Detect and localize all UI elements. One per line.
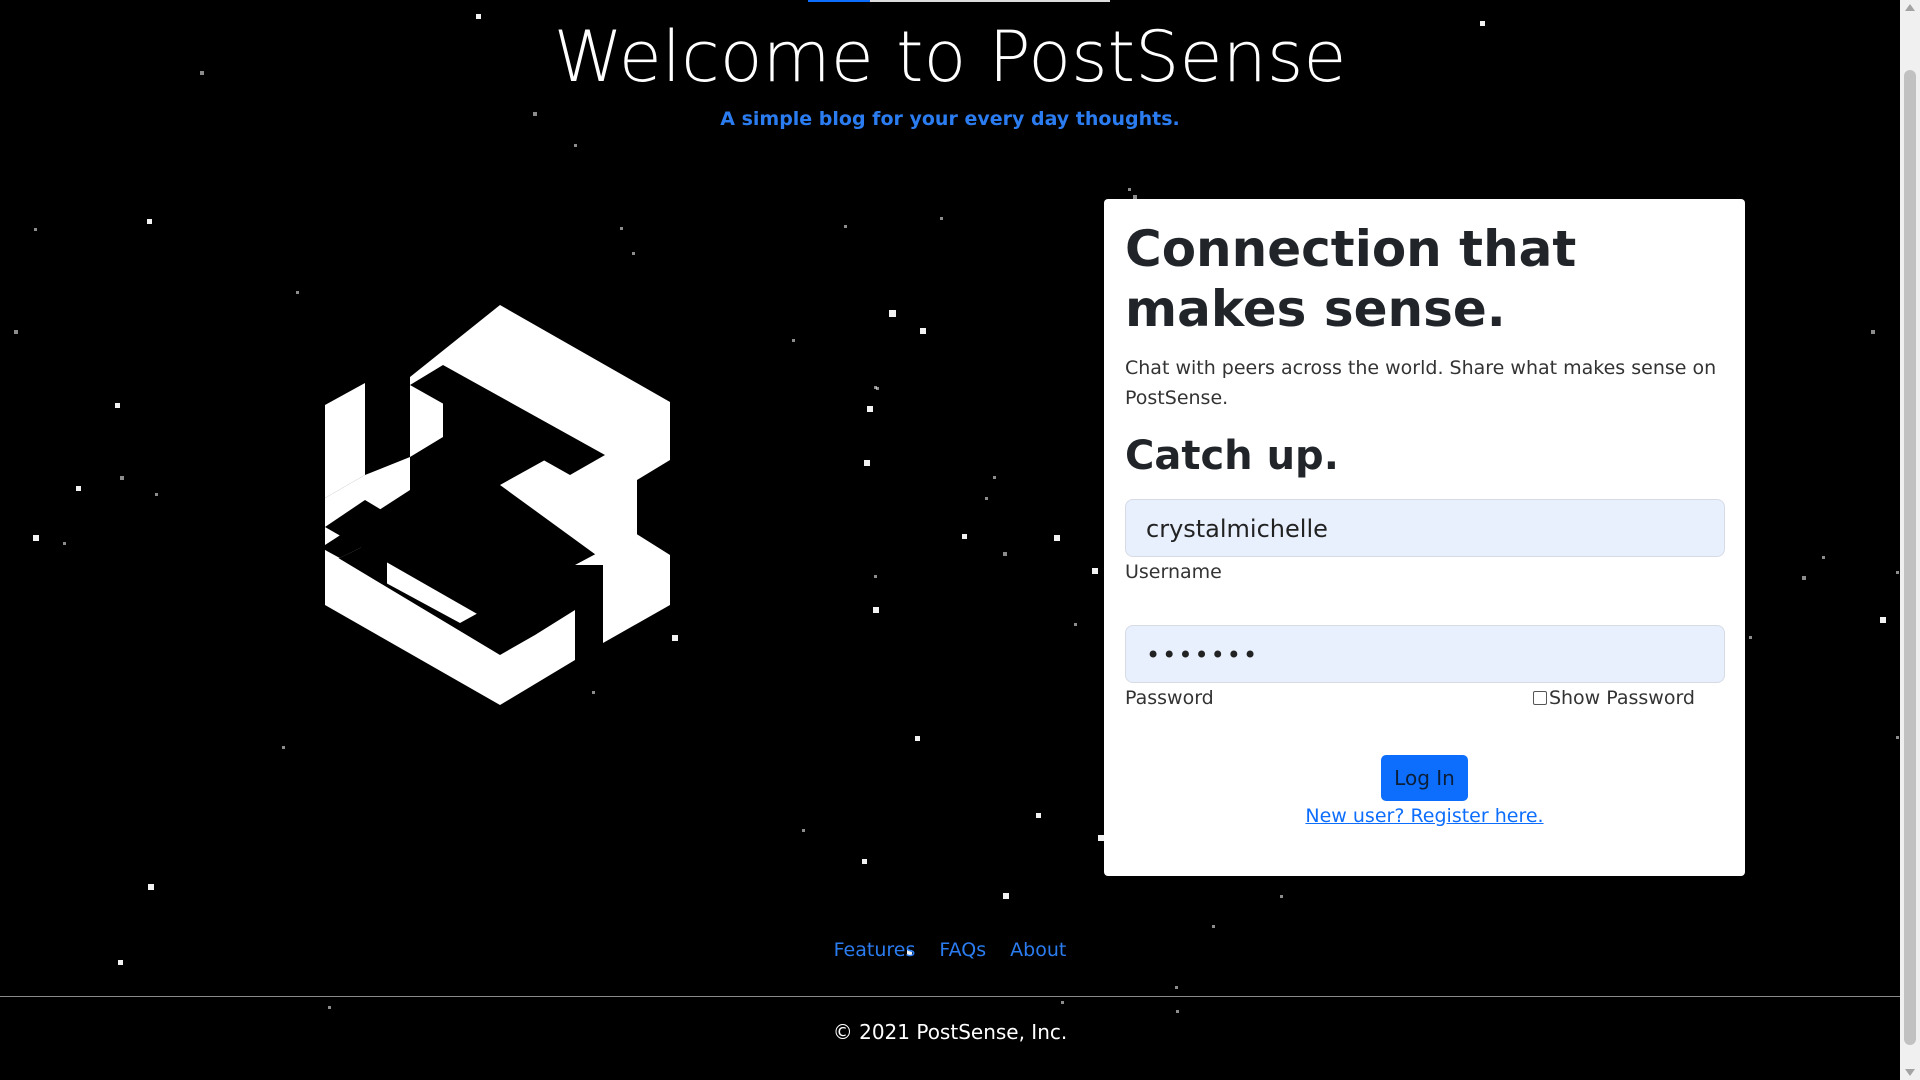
star — [1128, 188, 1131, 191]
star — [873, 607, 879, 613]
star — [993, 476, 996, 479]
username-field[interactable]: crystalmichelle — [1125, 499, 1725, 557]
hero-title: Welcome to PostSense — [553, 16, 1347, 98]
star — [1212, 925, 1215, 928]
scroll-thumb[interactable] — [1904, 70, 1916, 1045]
show-password-checkbox[interactable] — [1532, 691, 1547, 705]
star — [1074, 623, 1077, 626]
star — [1036, 813, 1041, 818]
star — [962, 534, 967, 539]
star — [115, 403, 120, 408]
star — [1175, 986, 1178, 989]
password-field[interactable]: ••••••• — [1125, 625, 1725, 683]
star — [940, 217, 943, 220]
star — [1749, 636, 1752, 639]
star — [1822, 556, 1825, 559]
star — [63, 542, 66, 545]
password-row: Password Show Password — [1125, 687, 1725, 713]
footer-link-faqs[interactable]: FAQs — [939, 939, 986, 961]
star — [120, 476, 124, 480]
star — [915, 736, 920, 741]
star — [1280, 895, 1283, 898]
star — [620, 227, 623, 230]
star — [147, 219, 152, 224]
star — [1176, 1010, 1179, 1013]
star — [1003, 893, 1009, 899]
star — [985, 497, 988, 500]
star — [1003, 552, 1007, 556]
scroll-up-icon[interactable] — [1905, 4, 1915, 11]
star — [155, 493, 158, 496]
login-button[interactable]: Log In — [1381, 755, 1468, 801]
star — [76, 486, 81, 491]
username-label: Username — [1125, 561, 1222, 583]
star — [282, 746, 285, 749]
star — [889, 310, 896, 317]
star — [874, 575, 877, 578]
top-scroll-indicator-accent — [808, 0, 870, 2]
star — [867, 406, 873, 412]
footer-nav: Features FAQs About — [0, 939, 1900, 961]
star — [1802, 576, 1806, 580]
register-link[interactable]: New user? Register here. — [1125, 805, 1724, 827]
star — [874, 386, 877, 389]
show-password-label: Show Password — [1548, 687, 1695, 709]
footer-link-features[interactable]: Features — [834, 939, 916, 961]
star — [876, 387, 879, 390]
star — [296, 291, 299, 294]
footer-divider — [0, 996, 1900, 997]
star — [1896, 571, 1899, 574]
card-description: Chat with peers across the world. Share … — [1125, 357, 1717, 409]
top-scroll-indicator — [808, 0, 1110, 2]
star — [1092, 568, 1098, 574]
postsense-logo-icon — [325, 305, 670, 705]
show-password-toggle[interactable]: Show Password — [1532, 687, 1695, 709]
star — [792, 339, 795, 342]
page: Welcome to PostSense A simple blog for y… — [0, 0, 1900, 1080]
password-label: Password — [1125, 687, 1214, 709]
footer-link-about[interactable]: About — [1010, 939, 1066, 961]
hero-subtitle: A simple blog for your every day thought… — [720, 108, 1180, 130]
star — [14, 330, 18, 334]
star — [1896, 736, 1899, 739]
vertical-scrollbar[interactable] — [1900, 0, 1920, 1080]
star — [574, 144, 577, 147]
card-heading: Connection that makes sense. — [1125, 220, 1577, 338]
star — [34, 228, 37, 231]
star — [632, 252, 635, 255]
star — [862, 859, 867, 864]
star — [328, 1006, 331, 1009]
copyright-text: © 2021 PostSense, Inc. — [832, 1020, 1068, 1044]
card-subheading: Catch up. — [1125, 433, 1339, 479]
star — [1880, 617, 1886, 623]
star — [920, 328, 926, 334]
star — [1061, 1001, 1064, 1004]
star — [864, 460, 870, 466]
star — [148, 884, 154, 890]
star — [1871, 330, 1875, 334]
scroll-down-icon[interactable] — [1905, 1069, 1915, 1076]
login-card: Connection that makes sense. Chat with p… — [1104, 199, 1745, 876]
star — [802, 829, 805, 832]
star — [1054, 535, 1060, 541]
star — [33, 535, 39, 541]
star — [844, 225, 847, 228]
